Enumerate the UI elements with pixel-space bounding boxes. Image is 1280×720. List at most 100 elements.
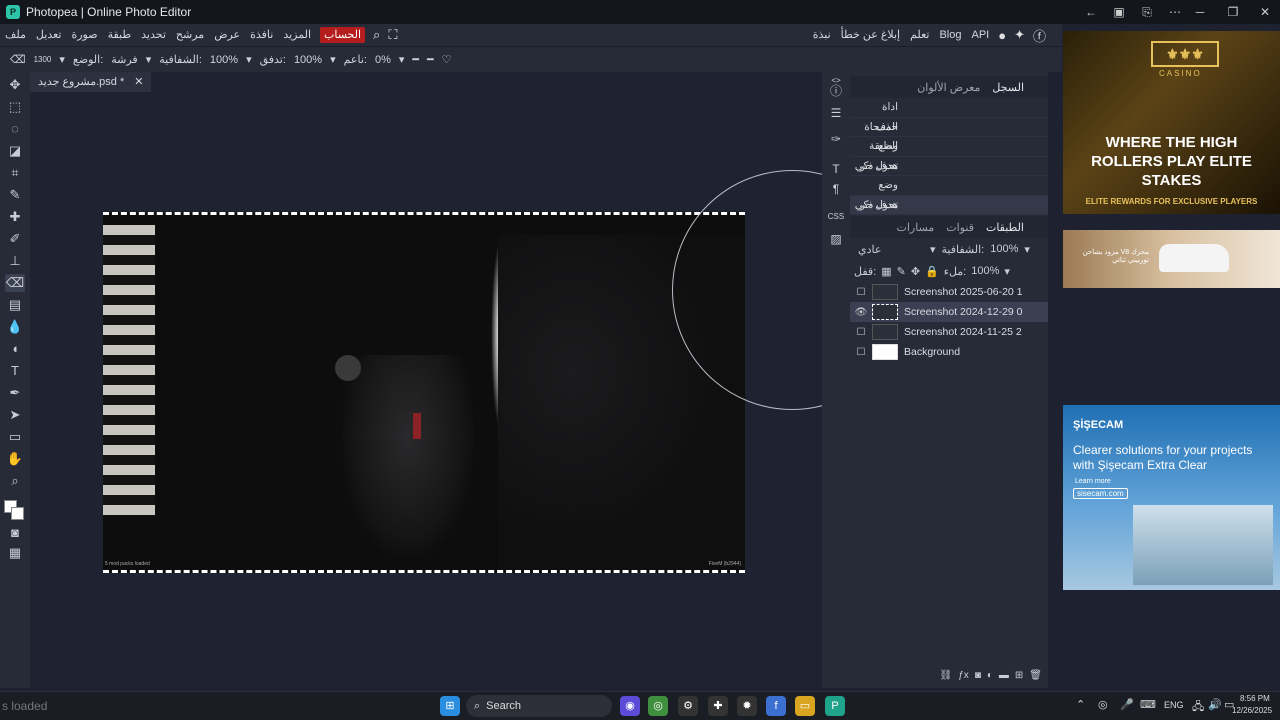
chevron-down-icon[interactable]: ▾ xyxy=(930,243,936,256)
tab-history[interactable]: السجل xyxy=(992,81,1024,94)
menu-view[interactable]: عرض xyxy=(209,24,245,46)
visibility-toggle[interactable]: ☐ xyxy=(850,327,872,338)
menu-file[interactable]: ملف xyxy=(0,24,31,46)
image-icon[interactable]: ▨ xyxy=(827,230,845,248)
lasso-tool-icon[interactable]: ◌ xyxy=(5,120,25,138)
close-tab-icon[interactable]: ✕ xyxy=(134,72,143,92)
brush-settings-icon[interactable]: ✑ xyxy=(827,130,845,148)
blur-tool-icon[interactable]: 💧 xyxy=(5,318,25,336)
twitter-icon[interactable]: ✦ xyxy=(1014,27,1025,43)
menu-api[interactable]: API xyxy=(966,24,994,46)
settings-icon[interactable]: ✹ xyxy=(737,696,757,716)
gradient-tool-icon[interactable]: ▤ xyxy=(5,296,25,314)
menu-account[interactable]: الحساب xyxy=(320,27,366,43)
new-layer-icon[interactable]: ⊞ xyxy=(1015,670,1023,681)
lock-paint-icon[interactable]: ✎ xyxy=(897,265,906,278)
tab-channels[interactable]: قنوات xyxy=(946,221,974,234)
trash-icon[interactable]: 🗑 xyxy=(1029,670,1042,681)
document-canvas[interactable]: 5 mod packs loaded FiveM (b2944) xyxy=(103,212,745,573)
mask-icon[interactable]: ◙ xyxy=(975,670,981,681)
volume-icon[interactable]: 🔊 xyxy=(1208,698,1222,711)
chevron-down-icon[interactable]: ▾ xyxy=(399,53,405,66)
eye-icon[interactable]: 👁 xyxy=(850,307,872,318)
lock-move-icon[interactable]: ✥ xyxy=(911,265,920,278)
layer-row[interactable]: ☐ Screenshot 2025-06-20 1 xyxy=(850,282,1048,302)
smooth-value[interactable]: 0% xyxy=(375,54,391,66)
healing-brush-icon[interactable]: ✚ xyxy=(5,208,25,226)
visibility-toggle[interactable]: ☐ xyxy=(850,347,872,358)
game-icon[interactable]: ✚ xyxy=(708,696,728,716)
lock-transparency-icon[interactable]: ▦ xyxy=(881,265,891,278)
paragraph-icon[interactable]: ¶ xyxy=(827,180,845,198)
steam-icon[interactable]: ⚙ xyxy=(678,696,698,716)
sisecam-ad[interactable]: ŞİŞECAM Clearer solutions for your proje… xyxy=(1063,405,1280,590)
mode-select[interactable]: فرشة xyxy=(111,53,137,66)
pen-tool-icon[interactable]: ✒ xyxy=(5,384,25,402)
adjustment-layer-icon[interactable]: ◐ xyxy=(987,670,993,681)
language-indicator[interactable]: ENG xyxy=(1164,700,1184,710)
background-color-swatch[interactable] xyxy=(11,507,24,520)
adjustments-icon[interactable]: ☰ xyxy=(827,104,845,122)
search-icon[interactable]: ⌕ xyxy=(373,27,380,43)
menu-report-bug[interactable]: إبلاغ عن خطأ xyxy=(836,24,905,46)
chevron-down-icon[interactable]: ▾ xyxy=(1024,243,1030,256)
facebook-app-icon[interactable]: f xyxy=(766,696,786,716)
history-item[interactable]: حذف الطبقة xyxy=(850,118,1048,152)
casino-ad[interactable]: ⚜⚜⚜ CASINO WHERE THE HIGH ROLLERS PLAY E… xyxy=(1063,31,1280,214)
microphone-icon[interactable]: 🎤 xyxy=(1120,698,1134,711)
visibility-toggle[interactable]: ☐ xyxy=(850,287,872,298)
app-icon[interactable]: ◉ xyxy=(620,696,640,716)
close-window-button[interactable]: ✕ xyxy=(1248,0,1280,24)
windows-start-icon[interactable]: ⊞ xyxy=(440,696,460,716)
menu-select[interactable]: تحديد xyxy=(136,24,171,46)
flow-value[interactable]: 100% xyxy=(294,54,322,66)
fullscreen-icon[interactable]: ⛶ xyxy=(388,27,397,43)
menu-window[interactable]: نافذة xyxy=(245,24,278,46)
tray-icon[interactable]: ◎ xyxy=(1098,698,1108,711)
chevron-down-icon[interactable]: ▾ xyxy=(146,53,152,66)
brush-tool-icon[interactable]: ✐ xyxy=(5,230,25,248)
menu-blog[interactable]: Blog xyxy=(934,24,966,46)
clone-stamp-icon[interactable]: ⊥ xyxy=(5,252,25,270)
layer-opacity-value[interactable]: 100% xyxy=(990,243,1018,255)
history-item[interactable]: تحول حر xyxy=(850,157,1048,176)
chevron-down-icon[interactable]: ▾ xyxy=(59,53,65,66)
history-item[interactable]: اداة الممحاة xyxy=(850,98,1048,133)
type-tool-icon[interactable]: T xyxy=(5,362,25,380)
chevron-down-icon[interactable]: ▾ xyxy=(246,53,252,66)
tab-layers[interactable]: الطبقات xyxy=(986,221,1024,234)
quick-select-icon[interactable]: ◪ xyxy=(5,142,25,160)
history-item[interactable]: تحول حر xyxy=(850,195,1048,215)
chrome-icon[interactable]: ◎ xyxy=(648,696,668,716)
reddit-icon[interactable]: ● xyxy=(998,28,1006,43)
screen-mode-icon[interactable]: ▦ xyxy=(5,544,25,562)
sisecam-url[interactable]: sisecam.com xyxy=(1073,488,1128,499)
maximize-button[interactable]: ❐ xyxy=(1216,0,1250,24)
brush-size[interactable]: 1300 xyxy=(34,55,52,64)
dodge-tool-icon[interactable]: ◖ xyxy=(5,340,25,358)
layer-row[interactable]: 👁 Screenshot 2024-12-29 0 xyxy=(850,302,1048,322)
menu-layer[interactable]: طبقة xyxy=(103,24,137,46)
sisecam-learn-more[interactable]: Learn more xyxy=(1075,478,1111,485)
folder-icon[interactable]: ▬ xyxy=(999,670,1009,681)
fill-value[interactable]: 100% xyxy=(971,265,999,277)
layer-row[interactable]: ☐ Background xyxy=(850,342,1048,362)
network-icon[interactable]: 🖧 xyxy=(1192,698,1204,717)
menu-image[interactable]: صورة xyxy=(66,24,102,46)
tab-swatches[interactable]: معرض الألوان xyxy=(917,81,980,94)
opacity-value[interactable]: 100% xyxy=(210,54,238,66)
zoom-tool-icon[interactable]: ⌕ xyxy=(5,472,25,490)
path-select-icon[interactable]: ➤ xyxy=(5,406,25,424)
facebook-icon[interactable]: ⓕ xyxy=(1033,26,1046,45)
pressure-size-icon[interactable]: ━ xyxy=(412,53,419,66)
clock-time[interactable]: 8:56 PM xyxy=(1240,694,1270,703)
document-tab[interactable]: مشروع جديد.psd * ✕ xyxy=(30,72,152,92)
minimize-button[interactable]: ─ xyxy=(1183,0,1217,24)
file-explorer-icon[interactable]: ▭ xyxy=(795,696,815,716)
taskbar-search[interactable]: ⌕ Search xyxy=(466,695,612,717)
hand-tool-icon[interactable]: ✋ xyxy=(5,450,25,468)
menu-more[interactable]: المزيد xyxy=(278,24,316,46)
chevron-down-icon[interactable]: ▾ xyxy=(1004,265,1010,278)
keyboard-icon[interactable]: ⌨ xyxy=(1140,698,1156,711)
clock-date[interactable]: 12/26/2025 xyxy=(1232,706,1272,715)
